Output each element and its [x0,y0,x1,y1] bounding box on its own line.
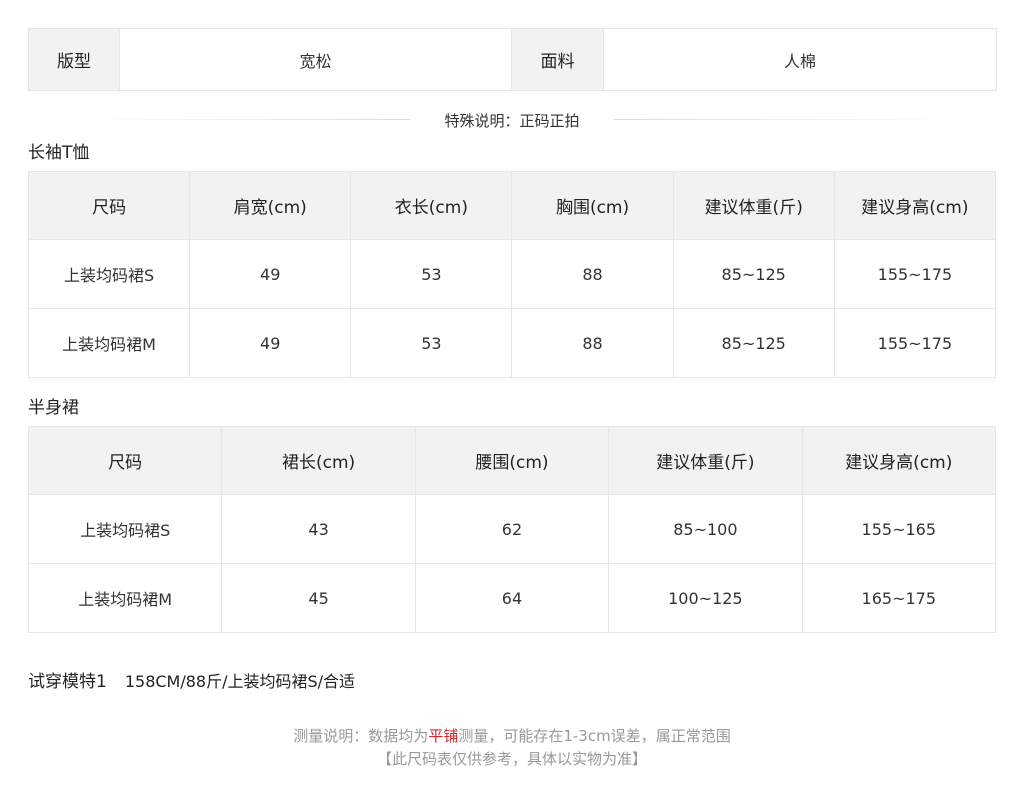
table-cell: 64 [414,563,610,633]
divider-right [614,119,956,120]
table-row: 上装均码裙M 49 53 88 85~125 155~175 [27,308,997,378]
table-cell: 85~125 [672,239,835,309]
table-cell: 62 [414,494,610,564]
table-cell: 100~125 [608,563,803,633]
reference-note: 【此尺码表仅供参考，具体以实物为准】 [376,750,647,768]
table-cell: 43 [221,494,416,564]
table-cell: 45 [221,563,416,633]
attribute-row: 版型 宽松 面料 人棉 [28,28,997,91]
measurement-note-text-a: 测量说明：数据均为 [293,727,429,745]
header-cell: 建议身高(cm) [833,171,997,240]
table-cell: 上装均码裙S [27,239,191,309]
table-cell: 49 [189,239,352,309]
table-row: 上装均码裙S 49 53 88 85~125 155~175 [27,239,997,309]
table-cell: 88 [511,308,674,378]
model-info: 试穿模特1 158CM/88斤/上装均码裙S/合适 [28,667,355,692]
special-note: 特殊说明：正码正拍 [28,91,996,147]
top-size-table: 尺码 肩宽(cm) 衣长(cm) 胸围(cm) 建议体重(斤) 建议身高(cm)… [27,171,997,378]
header-cell: 建议身高(cm) [801,426,997,495]
table-cell: 上装均码裙M [27,563,223,633]
table-cell: 155~165 [801,494,997,564]
table-cell: 49 [189,308,352,378]
table-row: 上装均码裙M 45 64 100~125 165~175 [27,563,997,633]
size-guide: 版型 宽松 面料 人棉 特殊说明：正码正拍 长袖T恤 尺码 肩宽(cm) 衣长(… [27,28,997,633]
table-row: 上装均码裙S 43 62 85~100 155~165 [27,494,997,564]
attribute-table: 版型 宽松 面料 人棉 [28,28,997,91]
table-cell: 85~100 [608,494,803,564]
fit-value: 宽松 [119,28,512,91]
table-cell: 155~175 [833,308,997,378]
model-value: 158CM/88斤/上装均码裙S/合适 [124,672,356,691]
model-label: 试穿模特1 [28,672,107,692]
header-cell: 尺码 [27,171,191,240]
table-cell: 53 [350,308,513,378]
header-cell: 衣长(cm) [350,171,513,240]
header-cell: 建议体重(斤) [672,171,835,240]
skirt-table-title: 半身裙 [28,398,79,418]
skirt-size-table: 尺码 裙长(cm) 腰围(cm) 建议体重(斤) 建议身高(cm) 上装均码裙S… [27,426,997,633]
table-cell: 165~175 [801,563,997,633]
table-cell: 上装均码裙M [27,308,191,378]
table-header-row: 尺码 肩宽(cm) 衣长(cm) 胸围(cm) 建议体重(斤) 建议身高(cm) [27,171,997,240]
header-cell: 裙长(cm) [221,426,416,495]
measurement-note-highlight: 平铺 [428,727,459,745]
table-cell: 53 [350,239,513,309]
fabric-value: 人棉 [603,28,997,91]
fit-label: 版型 [28,28,120,91]
measurement-note: 测量说明：数据均为平铺测量，可能存在1-3cm误差，属正常范围 [0,725,1024,746]
table-cell: 上装均码裙S [27,494,223,564]
table-cell: 155~175 [833,239,997,309]
header-cell: 建议体重(斤) [608,426,803,495]
fabric-label: 面料 [511,28,604,91]
header-cell: 尺码 [27,426,223,495]
table-cell: 88 [511,239,674,309]
table-cell: 85~125 [672,308,835,378]
measurement-note-text-b: 测量，可能存在1-3cm误差，属正常范围 [458,727,731,745]
header-cell: 腰围(cm) [414,426,610,495]
header-cell: 肩宽(cm) [189,171,352,240]
special-note-text: 特殊说明：正码正拍 [444,112,580,130]
header-cell: 胸围(cm) [511,171,674,240]
table-header-row: 尺码 裙长(cm) 腰围(cm) 建议体重(斤) 建议身高(cm) [27,426,997,495]
